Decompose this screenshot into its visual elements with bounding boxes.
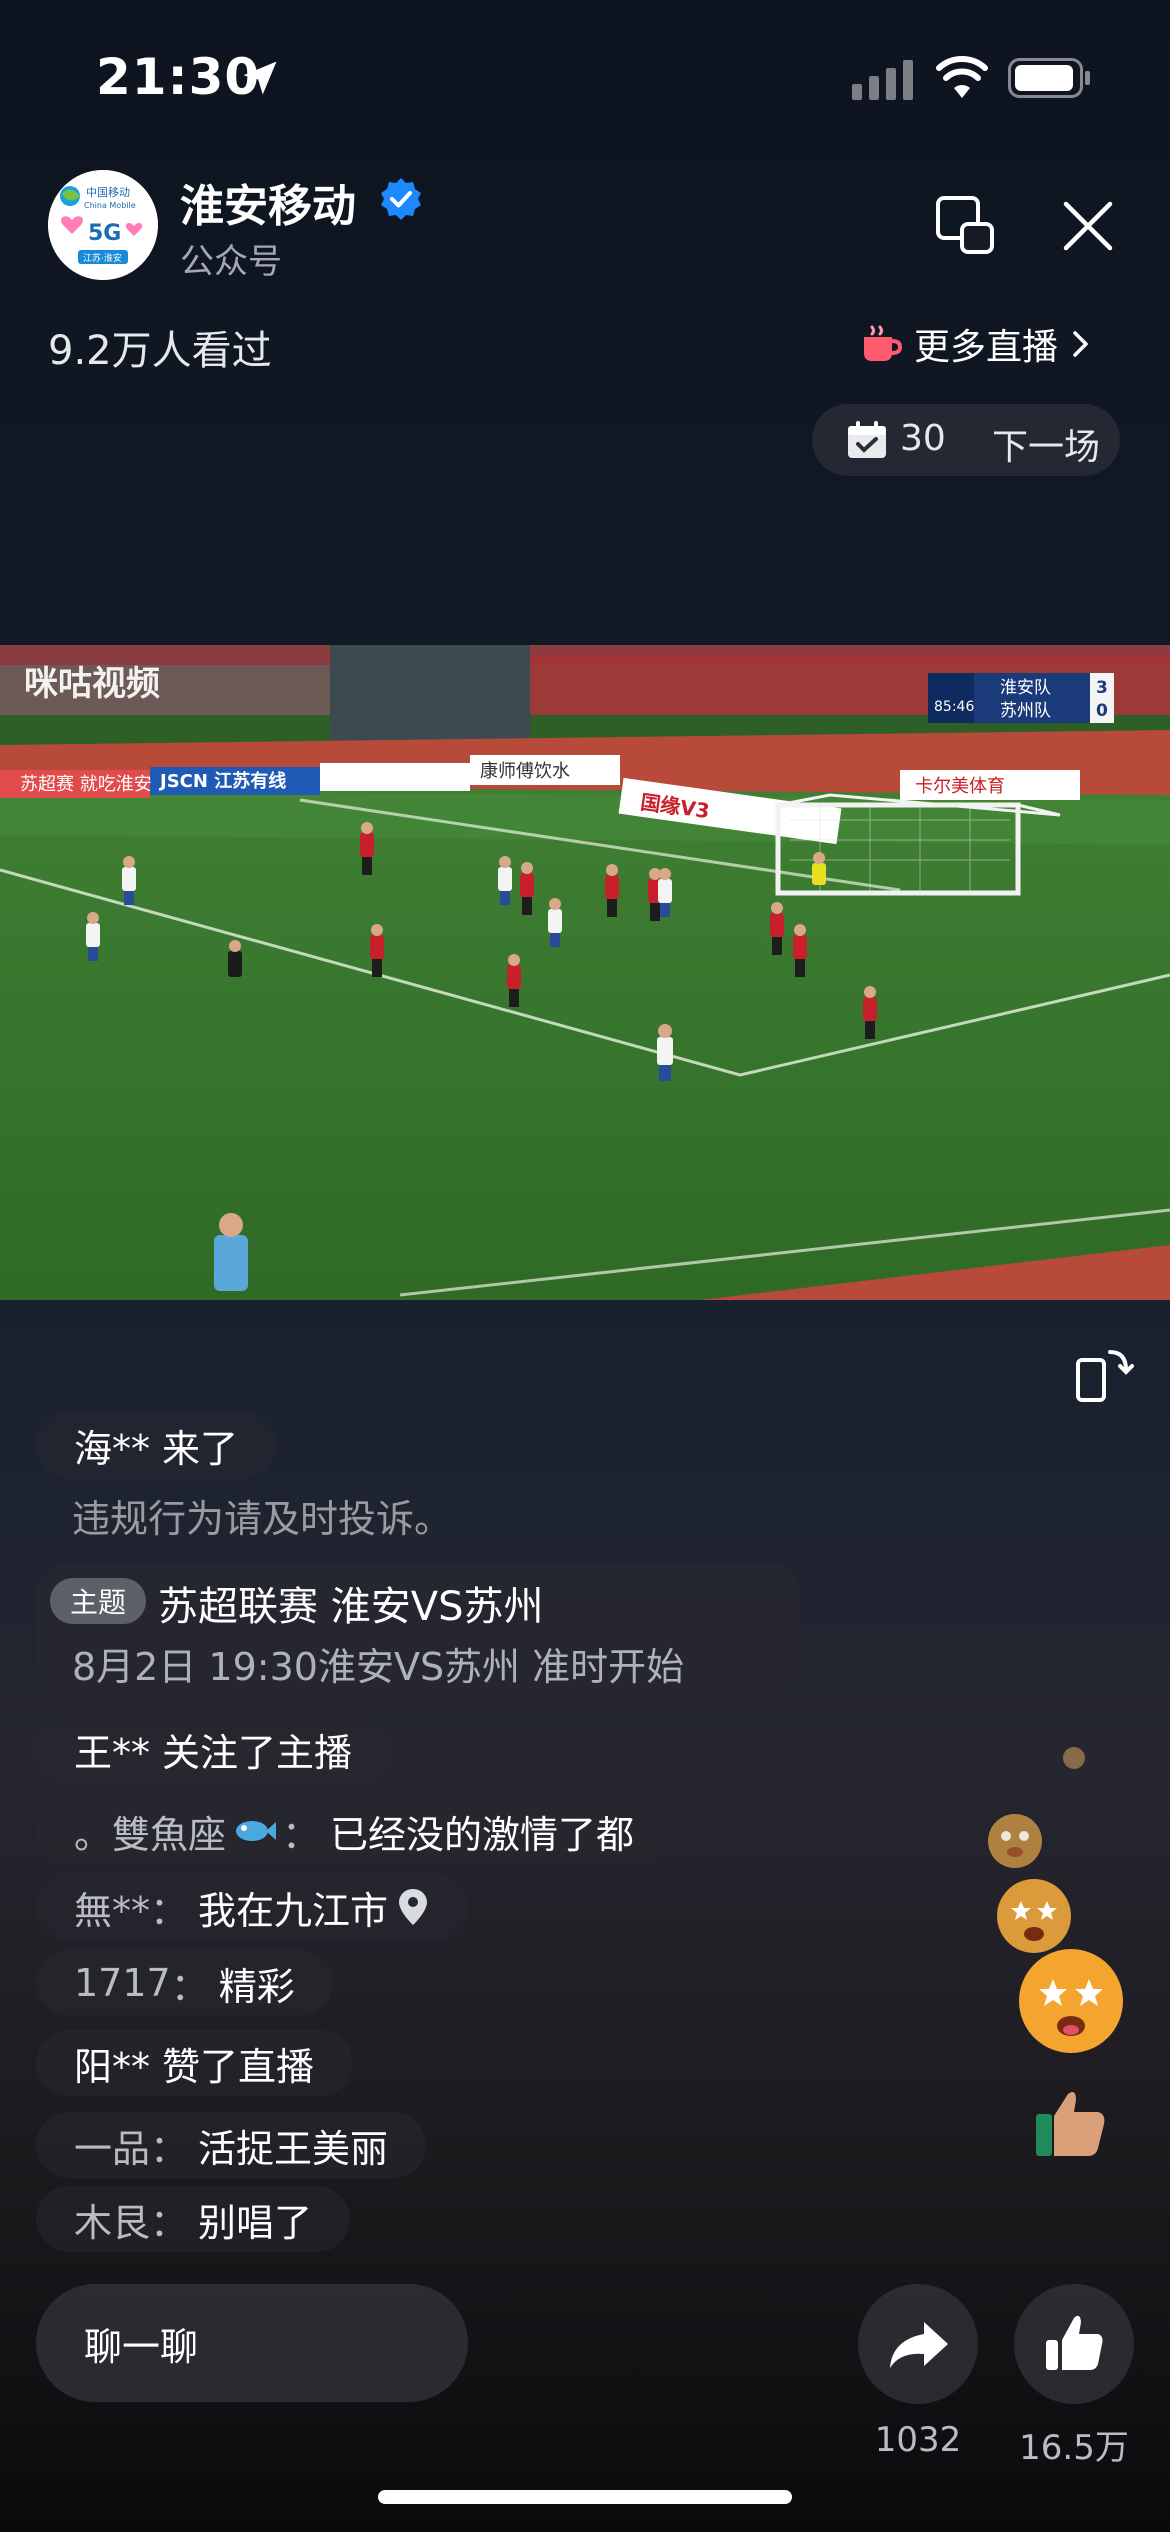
schedule-time: 30 [900, 418, 946, 459]
away-score: 0 [1096, 701, 1108, 721]
chat-colon: ： [170, 1964, 209, 2009]
chat-text: 精彩 [218, 1964, 295, 2009]
cellular-signal-icon [852, 60, 913, 100]
chat-name: 阳** [74, 2044, 151, 2089]
home-team: 淮安队 [1000, 678, 1051, 698]
chat-message: 阳** 赞了直播 [36, 2030, 353, 2096]
chat-join-name: 海** [74, 1426, 151, 1471]
coffee-cup-icon [864, 325, 902, 361]
location-arrow-icon [243, 61, 277, 95]
fish-emoji-icon [236, 1821, 277, 1841]
chat-message: 一品 ： 活捉王美丽 [36, 2112, 427, 2178]
star-eyes-emoji-icon [1019, 1949, 1123, 2053]
topic-subtitle: 8月2日 19:30淮安VS苏州 准时开始 [72, 1645, 685, 1689]
share-button[interactable] [858, 2284, 978, 2404]
football-match-scene: 苏超赛 就吃淮安 JSCN 江苏有线 卡尔美体育 国缘V3 康师傅饮水 咪咕视频… [0, 645, 1170, 1300]
chat-join-text: 来了 [162, 1426, 239, 1471]
chat-name: 1717 [74, 1961, 171, 2005]
home-indicator[interactable] [378, 2490, 792, 2504]
star-eyes-emoji-icon [988, 1814, 1042, 1868]
chat-name: 木艮 [74, 2200, 151, 2245]
schedule-pill[interactable]: 30 下一场 [812, 404, 1120, 476]
svg-text:5G: 5G [88, 221, 121, 246]
topic-card[interactable]: 主题 苏超联赛 淮安VS苏州 8月2日 19:30淮安VS苏州 准时开始 [36, 1562, 800, 1698]
chat-message: 。雙魚座 ： 已经没的激情了都 [36, 1798, 673, 1864]
thumbs-up-icon [1046, 2315, 1103, 2370]
share-arrow-icon [890, 2322, 948, 2368]
china-mobile-logo: 中国移动 China Mobile 5G 江苏·淮安 [48, 170, 158, 280]
calendar-icon [848, 421, 886, 458]
thumbs-up-emoji-icon [1036, 2092, 1105, 2156]
share-count: 1032 [874, 2420, 962, 2460]
chat-message: 無** ： 我在九江市 [36, 1874, 469, 1940]
ad-board-2: JSCN 江苏有线 [158, 770, 286, 792]
chat-text: 已经没的激情了都 [330, 1812, 635, 1857]
wifi-icon [936, 56, 988, 98]
video-watermark: 咪咕视频 [24, 664, 160, 704]
chevron-right-icon [1073, 331, 1088, 357]
account-type: 公众号 [180, 242, 282, 282]
small-emoji-icon [1063, 1747, 1085, 1769]
svg-text:China Mobile: China Mobile [84, 201, 136, 210]
live-video-player[interactable]: 苏超赛 就吃淮安 JSCN 江苏有线 卡尔美体育 国缘V3 康师傅饮水 咪咕视频… [0, 645, 1170, 1300]
chat-colon: ： [150, 2126, 189, 2171]
chat-notice: 违规行为请及时投诉。 [72, 1497, 453, 1541]
more-live-button[interactable]: 更多直播 [860, 318, 1092, 370]
star-eyes-emoji-icon [997, 1879, 1071, 1953]
svg-text:江苏·淮安: 江苏·淮安 [83, 252, 122, 264]
ad-board-1: 苏超赛 就吃淮安 [20, 774, 152, 795]
close-icon[interactable] [1058, 196, 1118, 256]
chat-input[interactable]: 聊一聊 [36, 2284, 468, 2402]
like-button[interactable] [1014, 2284, 1134, 2404]
chat-name: 一品 [74, 2126, 151, 2171]
chat-colon: ： [150, 1888, 189, 1933]
location-pin-icon [399, 1889, 428, 1925]
scoreboard: 85:46 淮安队 苏州队 3 0 [928, 673, 1114, 723]
like-count: 16.5万 [1019, 2428, 1129, 2468]
chat-colon: ： [150, 2200, 189, 2245]
chat-text: 活捉王美丽 [198, 2126, 389, 2171]
status-bar: 21:30 [0, 0, 1170, 150]
chat-name: 王** [74, 1730, 151, 1775]
match-clock: 85:46 [934, 699, 974, 715]
more-live-label: 更多直播 [914, 327, 1059, 368]
status-time: 21:30 [96, 48, 261, 106]
chat-message: 木艮 ： 别唱了 [36, 2186, 351, 2252]
chat-text: 关注了主播 [162, 1730, 353, 1775]
ad-board-5: 康师傅饮水 [480, 761, 570, 782]
viewer-count: 9.2万人看过 [48, 328, 272, 374]
battery-icon [1008, 58, 1090, 98]
topic-title: 苏超联赛 淮安VS苏州 [158, 1584, 544, 1630]
ad-board-3: 卡尔美体育 [915, 776, 1005, 797]
topic-badge: 主题 [50, 1578, 146, 1624]
chat-name: 無** [74, 1888, 151, 1933]
account-avatar[interactable]: 中国移动 China Mobile 5G 江苏·淮安 [48, 170, 158, 280]
picture-in-picture-icon[interactable] [934, 194, 996, 256]
home-score: 3 [1096, 678, 1108, 698]
away-team: 苏州队 [1000, 701, 1051, 721]
chat-text: 别唱了 [198, 2200, 313, 2245]
account-name[interactable]: 淮安移动 [180, 170, 356, 234]
chat-message: 1717 ： 精彩 [36, 1950, 333, 2016]
chat-text: 赞了直播 [162, 2044, 315, 2089]
verified-badge-icon [381, 178, 421, 220]
chat-text[interactable]: 我在九江市 [198, 1880, 388, 1935]
schedule-next-label: 下一场 [992, 427, 1101, 468]
rotate-fullscreen-icon[interactable] [1072, 1342, 1134, 1404]
chat-name: 。雙魚座 [74, 1812, 227, 1857]
svg-text:中国移动: 中国移动 [86, 186, 130, 199]
chat-message: 王** 关注了主播 [36, 1716, 391, 1782]
chat-colon: ： [282, 1812, 321, 1857]
chat-join-message: 海** 来了 [36, 1412, 277, 1478]
